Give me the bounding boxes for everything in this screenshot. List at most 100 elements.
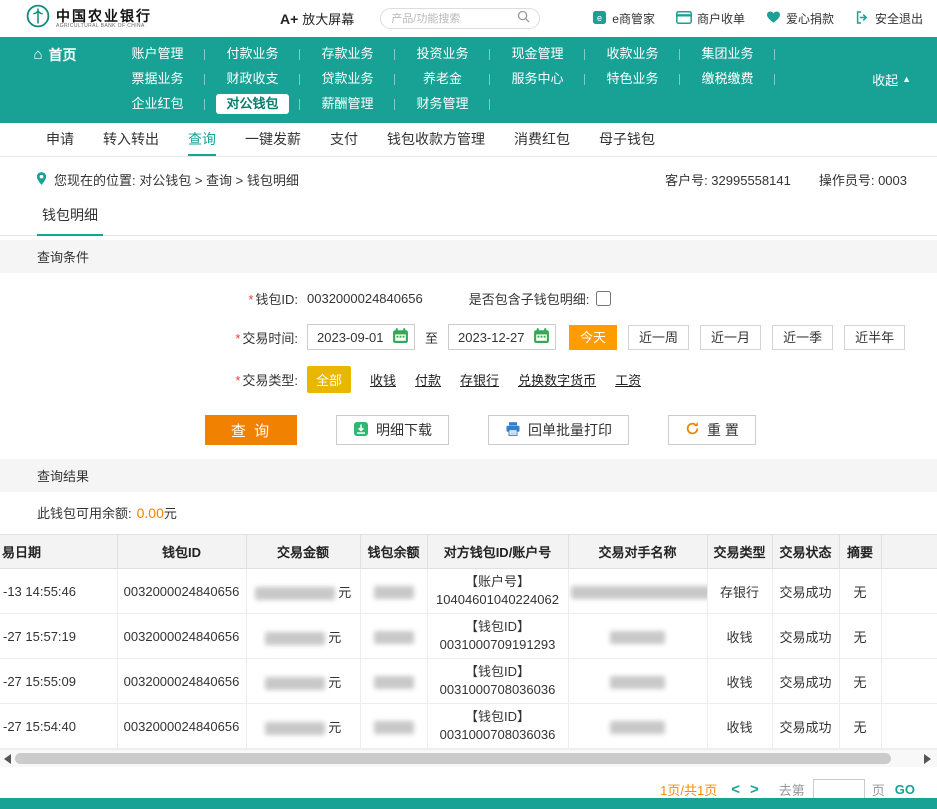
type-option-salary[interactable]: 工资 bbox=[615, 370, 641, 389]
main-nav-item-active[interactable]: 对公钱包 bbox=[205, 93, 300, 115]
main-nav-item[interactable]: 财政收支 bbox=[205, 68, 300, 90]
table-row[interactable]: -27 15:57:19 0032000024840656 元 【钱包ID】 0… bbox=[0, 614, 937, 659]
counterparty-id-type: 【账户号】 bbox=[430, 573, 566, 591]
search-input[interactable] bbox=[391, 13, 517, 25]
redacted-name bbox=[610, 721, 665, 734]
calendar-to-icon[interactable] bbox=[533, 327, 550, 347]
main-nav-item[interactable]: 服务中心 bbox=[490, 68, 585, 90]
top-link-label: 商户收单 bbox=[697, 10, 745, 27]
reset-button[interactable]: 重 置 bbox=[668, 415, 756, 445]
range-button-quarter[interactable]: 近一季 bbox=[772, 325, 833, 350]
top-link-logout[interactable]: 安全退出 bbox=[855, 10, 923, 28]
type-option-all-active[interactable]: 全部 bbox=[307, 366, 351, 393]
cell-trailing bbox=[881, 659, 937, 704]
subnav-item-redpacket[interactable]: 消费红包 bbox=[514, 123, 570, 156]
nav-menu-grid: 账户管理 付款业务 存款业务 投资业务 现金管理 收款业务 集团业务 票据业务 … bbox=[110, 43, 775, 115]
scrollbar-right-icon[interactable] bbox=[924, 754, 931, 764]
top-link-merchant-acquiring[interactable]: 商户收单 bbox=[676, 10, 745, 27]
goto-page-input[interactable] bbox=[813, 779, 865, 800]
range-button-today[interactable]: 今天 bbox=[569, 325, 617, 350]
main-nav-item[interactable]: 贷款业务 bbox=[300, 68, 395, 90]
range-button-month[interactable]: 近一月 bbox=[700, 325, 761, 350]
main-nav-item[interactable]: 缴税缴费 bbox=[680, 68, 775, 90]
printer-icon bbox=[505, 421, 521, 440]
table-row[interactable]: -27 15:54:40 0032000024840656 元 【钱包ID】 0… bbox=[0, 704, 937, 749]
query-button[interactable]: 查 询 bbox=[205, 415, 297, 445]
cell-wallet-id: 0032000024840656 bbox=[117, 614, 246, 659]
table-row[interactable]: -13 14:55:46 0032000024840656 元 【账户号】 10… bbox=[0, 569, 937, 614]
cell-type: 收钱 bbox=[707, 704, 772, 749]
go-button[interactable]: GO bbox=[895, 782, 915, 797]
main-nav-item[interactable]: 薪酬管理 bbox=[300, 93, 395, 115]
main-nav-item[interactable]: 账户管理 bbox=[110, 43, 205, 65]
main-nav-item[interactable]: 存款业务 bbox=[300, 43, 395, 65]
nav-collapse-button[interactable]: 收起 ▲ bbox=[872, 70, 937, 89]
main-nav-item[interactable]: 财务管理 bbox=[395, 93, 490, 115]
type-option-exchange[interactable]: 兑换数字货币 bbox=[518, 370, 596, 389]
prev-page-icon[interactable]: < bbox=[731, 781, 740, 798]
type-option-pay[interactable]: 付款 bbox=[415, 370, 441, 389]
product-search-box[interactable] bbox=[380, 8, 540, 29]
col-header-summary: 摘要 bbox=[839, 535, 881, 569]
table-row[interactable]: -27 15:55:09 0032000024840656 元 【钱包ID】 0… bbox=[0, 659, 937, 704]
top-link-label: e商管家 bbox=[612, 10, 655, 27]
cell-wallet-id: 0032000024840656 bbox=[117, 659, 246, 704]
collapse-arrow-icon: ▲ bbox=[902, 74, 911, 84]
zoom-screen-control[interactable]: A+ 放大屏幕 bbox=[280, 9, 354, 28]
redacted-name bbox=[610, 676, 665, 689]
main-nav-item[interactable]: 票据业务 bbox=[110, 68, 205, 90]
next-page-icon[interactable]: > bbox=[750, 781, 759, 798]
date-from-field[interactable]: 2023-09-01 bbox=[307, 324, 415, 350]
download-detail-label: 明细下载 bbox=[376, 420, 432, 440]
date-to-field[interactable]: 2023-12-27 bbox=[448, 324, 556, 350]
main-nav-item[interactable]: 投资业务 bbox=[395, 43, 490, 65]
top-link-label: 安全退出 bbox=[875, 10, 923, 27]
type-option-deposit[interactable]: 存银行 bbox=[460, 370, 499, 389]
tab-wallet-detail[interactable]: 钱包明细 bbox=[37, 201, 103, 236]
main-nav-item[interactable]: 收款业务 bbox=[585, 43, 680, 65]
subnav-item-payroll[interactable]: 一键发薪 bbox=[245, 123, 301, 156]
cell-wallet-id: 0032000024840656 bbox=[117, 569, 246, 614]
calendar-from-icon[interactable] bbox=[392, 327, 409, 347]
cell-balance bbox=[360, 704, 427, 749]
query-results-header: 查询结果 bbox=[0, 459, 937, 492]
scrollbar-left-icon[interactable] bbox=[4, 754, 11, 764]
transaction-time-label: 交易时间: bbox=[242, 331, 298, 346]
range-button-halfyear[interactable]: 近半年 bbox=[844, 325, 905, 350]
top-link-donation[interactable]: 爱心捐款 bbox=[766, 10, 834, 27]
main-nav-item[interactable]: 特色业务 bbox=[585, 68, 680, 90]
main-nav-item[interactable]: 现金管理 bbox=[490, 43, 585, 65]
horizontal-scrollbar-thumb[interactable] bbox=[15, 753, 891, 764]
subnav-item-subwallet[interactable]: 母子钱包 bbox=[599, 123, 655, 156]
main-nav-item[interactable]: 企业红包 bbox=[110, 93, 205, 115]
horizontal-scrollbar[interactable] bbox=[0, 749, 937, 767]
nav-home[interactable]: ⌂ 首页 bbox=[0, 43, 110, 115]
batch-print-receipt-button[interactable]: 回单批量打印 bbox=[488, 415, 629, 445]
zoom-label: 放大屏幕 bbox=[302, 9, 354, 28]
cell-status: 交易成功 bbox=[772, 704, 839, 749]
search-icon[interactable] bbox=[517, 10, 530, 28]
type-option-receive[interactable]: 收钱 bbox=[370, 370, 396, 389]
page: 中国农业银行 AGRICULTURAL BANK OF CHINA A+ 放大屏… bbox=[0, 0, 937, 809]
subnav-item-query-active[interactable]: 查询 bbox=[188, 123, 216, 156]
subnav-item-pay[interactable]: 支付 bbox=[330, 123, 358, 156]
subnav-item-apply[interactable]: 申请 bbox=[46, 123, 74, 156]
page-unit-label: 页 bbox=[872, 780, 885, 799]
subnav-item-payee-mgmt[interactable]: 钱包收款方管理 bbox=[387, 123, 485, 156]
include-sub-wallet-checkbox[interactable] bbox=[596, 291, 611, 306]
main-nav-item[interactable]: 养老金 bbox=[395, 68, 490, 90]
main-nav-item[interactable]: 付款业务 bbox=[205, 43, 300, 65]
query-conditions-header: 查询条件 bbox=[0, 240, 937, 273]
required-mark: * bbox=[235, 373, 240, 388]
counterparty-id-type: 【钱包ID】 bbox=[430, 618, 566, 636]
download-detail-button[interactable]: 明细下载 bbox=[336, 415, 449, 445]
col-header-amount: 交易金额 bbox=[246, 535, 360, 569]
table-header-row: 易日期 钱包ID 交易金额 钱包余额 对方钱包ID/账户号 交易对手名称 交易类… bbox=[0, 535, 937, 569]
counterparty-id-number: 0031000708036036 bbox=[430, 681, 566, 699]
top-link-e-merchant[interactable]: e e商管家 bbox=[592, 10, 655, 28]
subnav-item-transfer[interactable]: 转入转出 bbox=[103, 123, 159, 156]
range-button-week[interactable]: 近一周 bbox=[628, 325, 689, 350]
required-mark: * bbox=[235, 331, 240, 346]
main-nav-item[interactable]: 集团业务 bbox=[680, 43, 775, 65]
cell-counterparty-id: 【钱包ID】 0031000709191293 bbox=[427, 614, 568, 659]
